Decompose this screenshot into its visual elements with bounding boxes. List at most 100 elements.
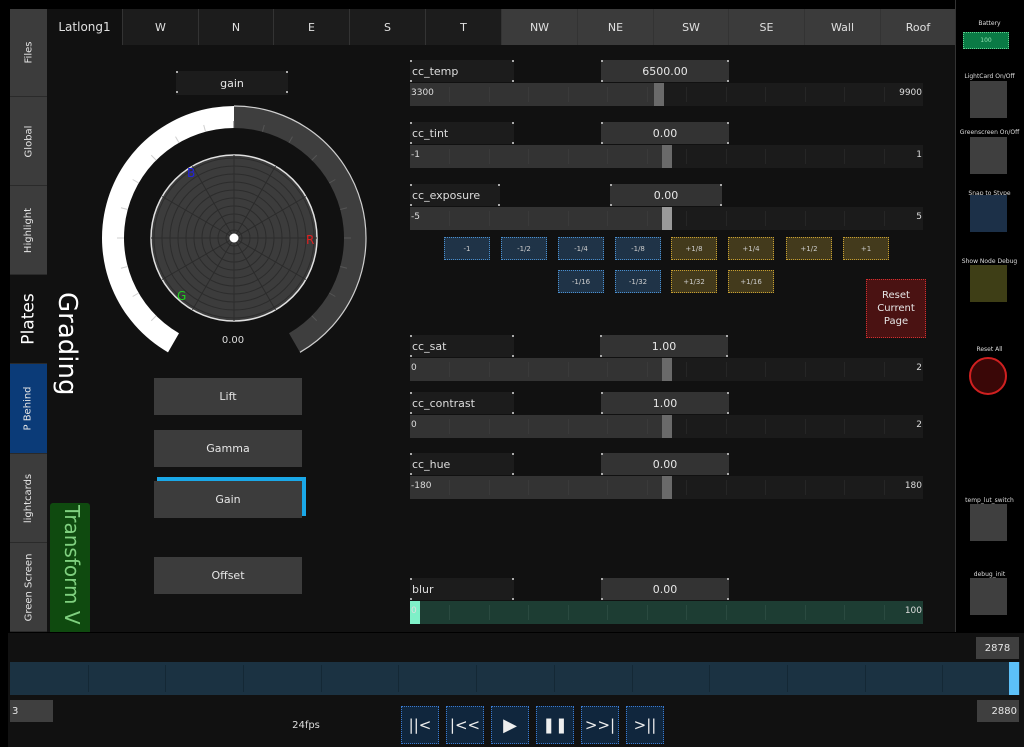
timeline-playhead[interactable] (1009, 662, 1019, 695)
slider-max-label: 180 (904, 481, 922, 491)
slider-max-label: 2 (916, 420, 922, 430)
lift-button[interactable]: Lift (154, 378, 302, 415)
color-wheel[interactable]: B R G (100, 105, 370, 355)
slider-tick (607, 87, 608, 102)
top-tab-s[interactable]: S (350, 9, 426, 45)
top-tab-latlong1[interactable]: Latlong1 (47, 9, 123, 45)
exposure-step-button[interactable]: +1/32 (671, 270, 717, 293)
slider-tick (686, 362, 687, 377)
cc_contrast-value-field[interactable]: 1.00 (601, 392, 729, 414)
exposure-step-button[interactable]: +1/4 (728, 237, 774, 260)
top-tab-sw[interactable]: SW (654, 9, 729, 45)
cc_hue-slider[interactable]: -180 180 (410, 476, 923, 499)
exposure-step-button[interactable]: -1/16 (558, 270, 604, 293)
slider-tick (884, 149, 885, 164)
exposure-step-button[interactable]: -1/32 (615, 270, 661, 293)
slider-handle[interactable] (661, 207, 672, 230)
exposure-step-button[interactable]: +1/8 (671, 237, 717, 260)
slider-handle[interactable] (661, 358, 672, 381)
slider-handle[interactable] (653, 83, 664, 106)
snap-to-stype-button[interactable] (970, 195, 1007, 232)
blur-value-field[interactable]: 0.00 (601, 578, 729, 600)
gain-button[interactable]: Gain (154, 481, 302, 518)
lightcard-toggle-label: LightCard On/Off (964, 73, 1015, 80)
tab-label: P Behind (23, 386, 34, 431)
step-forward-button[interactable]: >>| (581, 706, 619, 744)
timeline-tick (787, 665, 788, 692)
pause-button[interactable]: ❚❚ (536, 706, 574, 744)
show-node-debug-button[interactable] (970, 265, 1007, 302)
top-tab-t[interactable]: T (426, 9, 502, 45)
slider-tick (726, 362, 727, 377)
cc_sat-slider[interactable]: 02 (410, 358, 923, 381)
left-tab-green-screen[interactable]: Green Screen (10, 543, 47, 632)
left-tab-lightcards[interactable]: lightcards (10, 454, 47, 543)
wheel-center-handle[interactable] (229, 233, 239, 243)
exposure-step-button[interactable]: -1/4 (558, 237, 604, 260)
left-tab-files[interactable]: Files (10, 9, 47, 97)
slider-handle[interactable] (661, 145, 672, 168)
slider-tick (844, 605, 845, 620)
timeline-scrubber[interactable] (10, 662, 1020, 695)
slider-fill (410, 83, 654, 106)
end-frame-field[interactable]: 2880 (977, 700, 1019, 722)
slider-tick (489, 480, 490, 495)
left-tab-p-behind[interactable]: P Behind (10, 364, 47, 454)
reset-current-page-button[interactable]: Reset Current Page (866, 279, 926, 338)
blur-slider[interactable]: 0 100 (410, 601, 923, 624)
timeline-tick (709, 665, 710, 692)
top-tab-wall[interactable]: Wall (805, 9, 881, 45)
start-frame-field[interactable]: 3 (10, 700, 53, 722)
slider-handle[interactable] (661, 476, 672, 499)
play-button[interactable]: ▶ (491, 706, 529, 744)
slider-tick (726, 149, 727, 164)
reset-all-button[interactable] (969, 357, 1007, 395)
cc_tint-value-field[interactable]: 0.00 (601, 122, 729, 144)
left-tab-global[interactable]: Global (10, 97, 47, 186)
slider-tick (528, 480, 529, 495)
fps-display[interactable]: 24fps (218, 713, 394, 737)
cc_exposure-value-field[interactable]: 0.00 (610, 184, 722, 206)
temp-lut-switch-button[interactable] (970, 504, 1007, 541)
top-tab-nw[interactable]: NW (502, 9, 578, 45)
exposure-step-button[interactable]: -1/8 (615, 237, 661, 260)
exposure-step-button[interactable]: -1/2 (501, 237, 547, 260)
exposure-step-button[interactable]: +1 (843, 237, 889, 260)
go-to-start-button[interactable]: ||< (401, 706, 439, 744)
cc_tint-slider[interactable]: -1 1 (410, 145, 923, 168)
cc_hue-value-field[interactable]: 0.00 (601, 453, 729, 475)
current-frame-field[interactable]: 2878 (976, 637, 1019, 659)
debug-init-button[interactable] (970, 578, 1007, 615)
wheel-mode-label: gain (176, 71, 288, 95)
cc_temp-slider[interactable]: 3300 9900 (410, 83, 923, 106)
timeline-tick (243, 665, 244, 692)
top-tab-roof[interactable]: Roof (881, 9, 955, 45)
section-transform[interactable]: Transform V (50, 503, 90, 632)
slider-tick (528, 87, 529, 102)
cc_sat-value-field[interactable]: 1.00 (600, 335, 728, 357)
top-tab-w[interactable]: W (123, 9, 199, 45)
exposure-step-button[interactable]: +1/16 (728, 270, 774, 293)
exposure-step-button[interactable]: -1 (444, 237, 490, 260)
slider-tick (449, 87, 450, 102)
step-forward-icon: >>| (584, 716, 616, 734)
gamma-button[interactable]: Gamma (154, 430, 302, 467)
slider-handle[interactable] (661, 415, 672, 438)
top-tab-ne[interactable]: NE (578, 9, 654, 45)
offset-button[interactable]: Offset (154, 557, 302, 594)
cc_contrast-slider[interactable]: 02 (410, 415, 923, 438)
slider-tick (884, 362, 885, 377)
greenscreen-toggle-button[interactable] (970, 137, 1007, 174)
cc_exposure-slider[interactable]: -5 5 (410, 207, 923, 230)
step-back-button[interactable]: |<< (446, 706, 484, 744)
top-tab-se[interactable]: SE (729, 9, 805, 45)
slider-tick (686, 419, 687, 434)
go-to-end-button[interactable]: >|| (626, 706, 664, 744)
top-tab-n[interactable]: N (199, 9, 274, 45)
top-tab-e[interactable]: E (274, 9, 350, 45)
left-tab-plates[interactable]: Plates (10, 275, 47, 364)
cc_temp-value-field[interactable]: 6500.00 (601, 60, 729, 82)
left-tab-highlight[interactable]: Highlight (10, 186, 47, 275)
lightcard-toggle-button[interactable] (970, 81, 1007, 118)
exposure-step-button[interactable]: +1/2 (786, 237, 832, 260)
